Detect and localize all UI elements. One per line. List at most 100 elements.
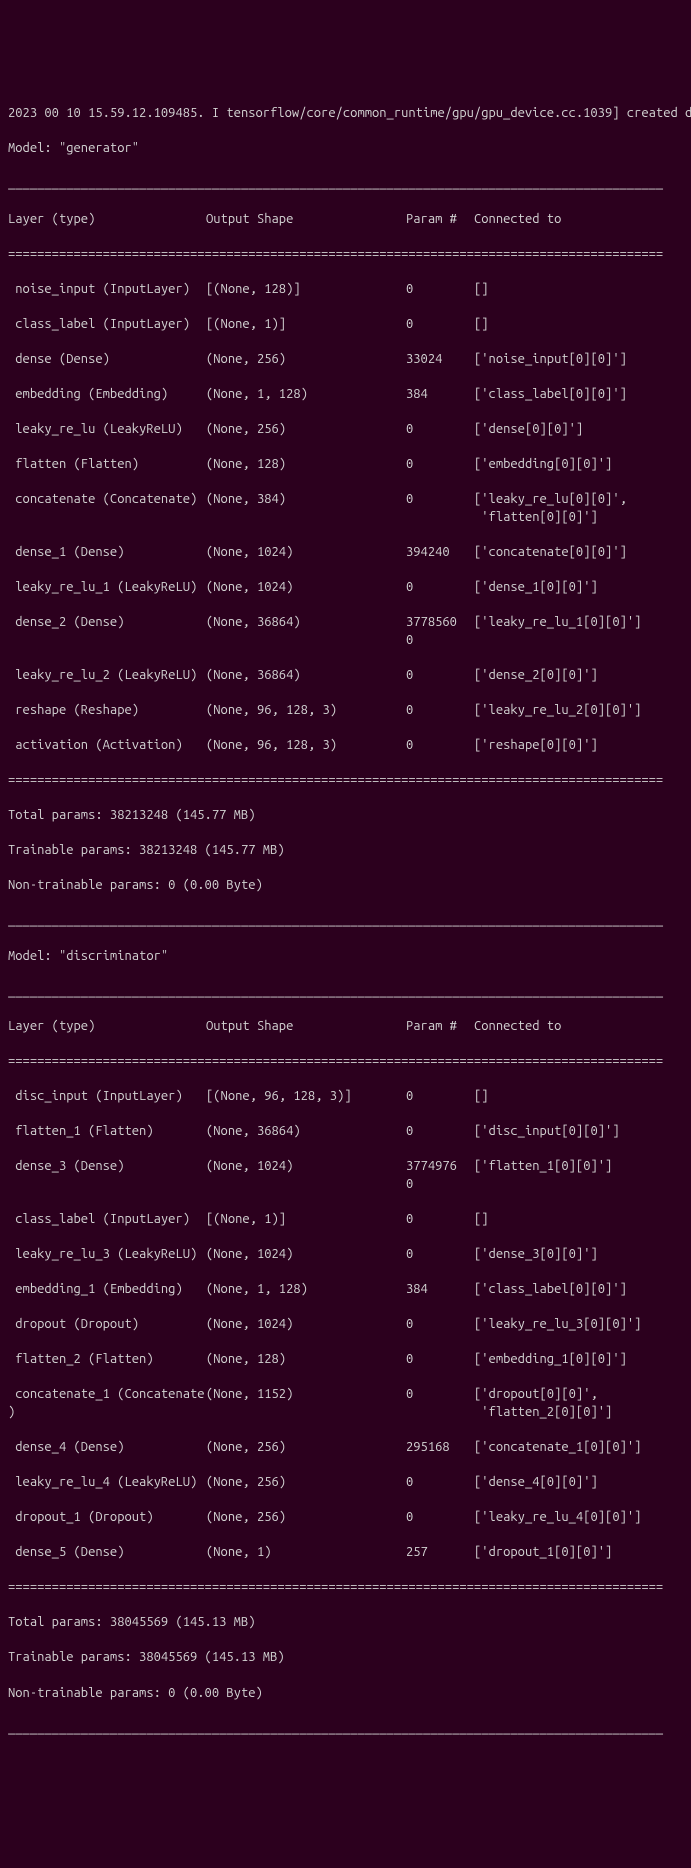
cell-param: 384 <box>406 386 474 404</box>
cell-param: 0 <box>406 1351 474 1369</box>
divider-equals: ========================================… <box>8 772 683 790</box>
model-title-discriminator: Model: "discriminator" <box>8 948 683 966</box>
cell-shape: (None, 96, 128, 3) <box>206 702 406 720</box>
cell-param: 0 <box>406 737 474 755</box>
cell-layer: activation (Activation) <box>8 737 206 755</box>
blank-line <box>8 439 683 457</box>
cell-shape: [(None, 1)] <box>206 316 406 334</box>
cell-shape: (None, 256) <box>206 421 406 439</box>
blank-line <box>8 1105 683 1123</box>
cell-conn: ['embedding[0][0]'] <box>474 456 612 474</box>
cell-conn: ['concatenate_1[0][0]'] <box>474 1439 641 1457</box>
table-row: dense_2 (Dense)(None, 36864)3778560 0['l… <box>8 614 683 649</box>
blank-line <box>8 649 683 667</box>
cell-conn: ['leaky_re_lu[0][0]', 'flatten[0][0]'] <box>474 491 627 526</box>
blank-line <box>8 562 683 580</box>
cell-layer: leaky_re_lu_3 (LeakyReLU) <box>8 1246 206 1264</box>
table-row: dense_3 (Dense)(None, 1024)3774976 0['fl… <box>8 1158 683 1193</box>
divider-equals: ========================================… <box>8 246 683 264</box>
cell-shape: (None, 1, 128) <box>206 1281 406 1299</box>
cell-shape: (None, 36864) <box>206 614 406 632</box>
col-header-shape: Output Shape <box>206 211 406 229</box>
cell-param: 3778560 0 <box>406 614 474 649</box>
cell-conn: ['reshape[0][0]'] <box>474 737 598 755</box>
cell-layer: dropout (Dropout) <box>8 1316 206 1334</box>
cell-param: 33024 <box>406 351 474 369</box>
cell-layer: dense_2 (Dense) <box>8 614 206 632</box>
cell-param: 0 <box>406 1246 474 1264</box>
divider-under: ________________________________________… <box>8 175 683 193</box>
cell-layer: dropout_1 (Dropout) <box>8 1509 206 1527</box>
cell-layer: dense (Dense) <box>8 351 206 369</box>
cell-shape: [(None, 128)] <box>206 281 406 299</box>
col-header-layer: Layer (type) <box>8 1018 206 1036</box>
blank-line <box>8 1193 683 1211</box>
cell-layer: reshape (Reshape) <box>8 702 206 720</box>
table-row: flatten_1 (Flatten)(None, 36864)0['disc_… <box>8 1123 683 1141</box>
cell-param: 0 <box>406 1211 474 1229</box>
cell-conn: [] <box>474 316 489 334</box>
cell-param: 0 <box>406 1509 474 1527</box>
cell-param: 257 <box>406 1544 474 1562</box>
col-header-conn: Connected to <box>474 211 561 229</box>
cell-layer: flatten (Flatten) <box>8 456 206 474</box>
blank-line <box>8 526 683 544</box>
cell-conn: [] <box>474 1211 489 1229</box>
cell-conn: ['leaky_re_lu_4[0][0]'] <box>474 1509 641 1527</box>
cell-conn: ['dense[0][0]'] <box>474 421 583 439</box>
divider-under: ________________________________________… <box>8 983 683 1001</box>
log-line: 2023 00 10 15.59.12.109485. I tensorflow… <box>8 105 683 123</box>
blank-line <box>8 404 683 422</box>
cell-layer: concatenate_1 (Concatenate ) <box>8 1386 206 1421</box>
blank-line <box>8 684 683 702</box>
blank-line <box>8 1527 683 1545</box>
cell-conn: ['noise_input[0][0]'] <box>474 351 627 369</box>
cell-shape: (None, 256) <box>206 1509 406 1527</box>
cell-conn: ['dense_4[0][0]'] <box>474 1474 598 1492</box>
cell-layer: embedding (Embedding) <box>8 386 206 404</box>
cell-conn: ['leaky_re_lu_2[0][0]'] <box>474 702 641 720</box>
cell-layer: leaky_re_lu_1 (LeakyReLU) <box>8 579 206 597</box>
cell-conn: ['dropout_1[0][0]'] <box>474 1544 612 1562</box>
cell-param: 0 <box>406 316 474 334</box>
disc-trainable-params: Trainable params: 38045569 (145.13 MB) <box>8 1649 683 1667</box>
table-row: disc_input (InputLayer)[(None, 96, 128, … <box>8 1088 683 1106</box>
cell-layer: class_label (InputLayer) <box>8 1211 206 1229</box>
cell-param: 384 <box>406 1281 474 1299</box>
cell-param: 0 <box>406 1386 474 1404</box>
cell-param: 0 <box>406 281 474 299</box>
cell-conn: ['class_label[0][0]'] <box>474 1281 627 1299</box>
divider-equals: ========================================… <box>8 1053 683 1071</box>
col-header-param: Param # <box>406 1018 474 1036</box>
table-row: embedding_1 (Embedding)(None, 1, 128)384… <box>8 1281 683 1299</box>
cell-layer: embedding_1 (Embedding) <box>8 1281 206 1299</box>
col-header-shape: Output Shape <box>206 1018 406 1036</box>
cell-shape: (None, 36864) <box>206 667 406 685</box>
cell-conn: ['flatten_1[0][0]'] <box>474 1158 612 1176</box>
cell-shape: (None, 128) <box>206 1351 406 1369</box>
table-row: leaky_re_lu (LeakyReLU)(None, 256)0['den… <box>8 421 683 439</box>
cell-layer: flatten_1 (Flatten) <box>8 1123 206 1141</box>
cell-conn: ['dense_3[0][0]'] <box>474 1246 598 1264</box>
table-row: concatenate (Concatenate)(None, 384)0['l… <box>8 491 683 526</box>
cell-shape: (None, 256) <box>206 1439 406 1457</box>
cell-conn: [] <box>474 1088 489 1106</box>
divider-under: ________________________________________… <box>8 912 683 930</box>
cell-param: 0 <box>406 1316 474 1334</box>
table-row: concatenate_1 (Concatenate )(None, 1152)… <box>8 1386 683 1421</box>
cell-param: 0 <box>406 1474 474 1492</box>
blank-line <box>8 1141 683 1159</box>
discriminator-header-row: Layer (type)Output ShapeParam #Connected… <box>8 1018 683 1036</box>
cell-shape: (None, 1024) <box>206 1316 406 1334</box>
blank-line <box>8 474 683 492</box>
blank-line <box>8 298 683 316</box>
blank-line <box>8 368 683 386</box>
cell-param: 0 <box>406 456 474 474</box>
cell-shape: (None, 96, 128, 3) <box>206 737 406 755</box>
cell-layer: noise_input (InputLayer) <box>8 281 206 299</box>
terminal-output[interactable]: 2023 00 10 15.59.12.109485. I tensorflow… <box>0 70 691 1780</box>
blank-line <box>8 719 683 737</box>
cell-conn: ['dense_2[0][0]'] <box>474 667 598 685</box>
col-header-layer: Layer (type) <box>8 211 206 229</box>
blank-line <box>8 1298 683 1316</box>
